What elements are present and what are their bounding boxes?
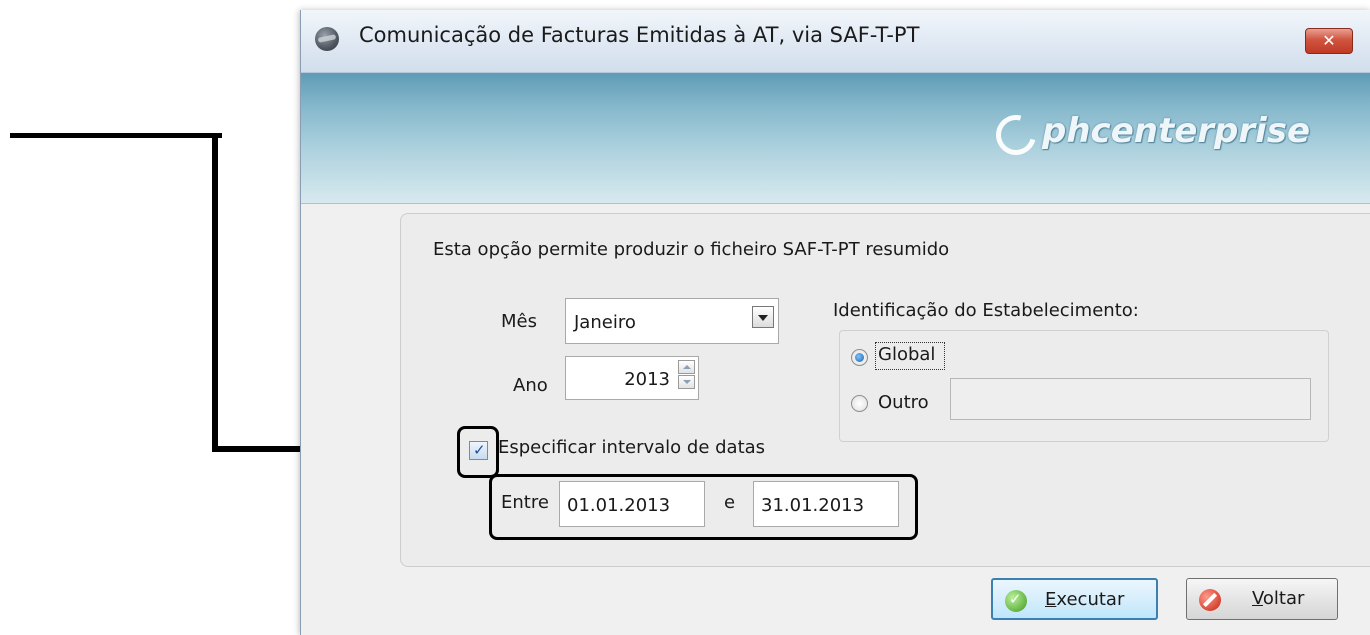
- stop-icon: [1199, 589, 1221, 611]
- radio-other[interactable]: [851, 395, 868, 412]
- radio-global[interactable]: [851, 349, 868, 366]
- annotation-highlight-dates: [489, 474, 918, 540]
- year-label: Ano: [513, 375, 548, 396]
- spinner-up-icon[interactable]: [678, 360, 695, 374]
- app-icon: [315, 27, 339, 51]
- logo-swirl-icon: [988, 107, 1044, 163]
- establishment-label: Identificação do Estabelecimento:: [833, 300, 1139, 321]
- year-spinner[interactable]: [678, 360, 695, 390]
- back-button-label: Voltar: [1252, 588, 1305, 609]
- annotation-arrow-line-vertical: [212, 133, 218, 452]
- month-label: Mês: [501, 311, 537, 332]
- title-bar: Comunicação de Facturas Emitidas à AT, v…: [301, 10, 1370, 73]
- dropdown-arrow-icon[interactable]: [752, 306, 774, 328]
- annotation-highlight-checkbox: [457, 426, 499, 478]
- radio-other-label[interactable]: Outro: [878, 392, 929, 413]
- execute-button-label: Executar: [1045, 589, 1125, 610]
- other-establishment-input[interactable]: [950, 378, 1311, 420]
- radio-global-label[interactable]: Global: [878, 344, 935, 365]
- logo-text: phcenterprise: [1042, 111, 1311, 151]
- execute-button[interactable]: Executar: [991, 578, 1158, 620]
- date-range-label[interactable]: Especificar intervalo de datas: [498, 437, 765, 458]
- description-text: Esta opção permite produzir o ficheiro S…: [433, 239, 950, 260]
- back-button[interactable]: Voltar: [1186, 578, 1338, 620]
- month-value: Janeiro: [574, 312, 636, 333]
- header-banner: phcenterprise: [301, 73, 1370, 204]
- dialog-window: Comunicação de Facturas Emitidas à AT, v…: [300, 10, 1370, 635]
- annotation-arrow-line-top: [10, 133, 222, 138]
- close-icon: ✕: [1322, 31, 1336, 50]
- execute-check-icon: [1005, 590, 1027, 612]
- year-value: 2013: [624, 369, 670, 390]
- year-stepper[interactable]: 2013: [565, 356, 699, 400]
- month-select[interactable]: Janeiro: [565, 298, 779, 344]
- close-button[interactable]: ✕: [1305, 28, 1353, 54]
- window-title: Comunicação de Facturas Emitidas à AT, v…: [359, 23, 920, 47]
- spinner-down-icon[interactable]: [678, 375, 695, 389]
